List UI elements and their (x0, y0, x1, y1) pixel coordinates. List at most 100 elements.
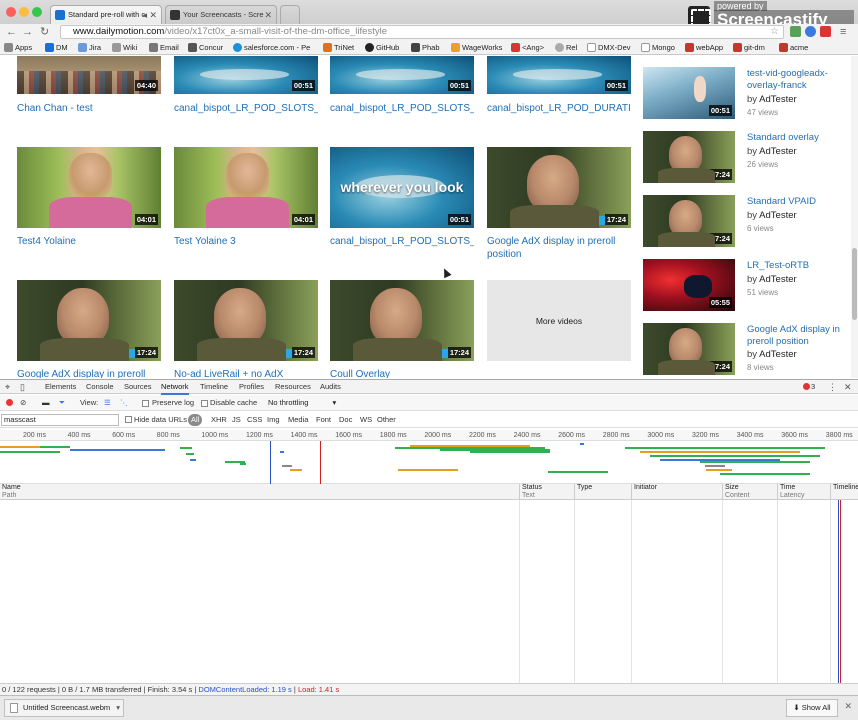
column-status[interactable]: Status Text (519, 484, 575, 500)
video-title-link[interactable]: No-ad LiveRail + no AdX (174, 368, 318, 378)
bookmark-mongo[interactable]: Mongo (641, 41, 675, 54)
video-thumbnail[interactable]: 17:24 (174, 280, 318, 361)
column-type[interactable]: Type (574, 484, 632, 500)
video-thumbnail[interactable]: 00:51 (487, 56, 631, 94)
video-thumbnail[interactable]: wherever you look 00:51 (330, 147, 474, 228)
bookmark-ang[interactable]: <Ang> (511, 41, 544, 54)
bookmark-dm[interactable]: DM (45, 41, 68, 54)
sidebar-video-title[interactable]: Standard overlay (747, 132, 847, 144)
sidebar-video-title[interactable]: Standard VPAID (747, 196, 847, 208)
bookmark-trinet[interactable]: TriNet (323, 41, 354, 54)
bookmark-star-icon[interactable]: ☆ (770, 26, 779, 38)
bookmark-phab[interactable]: Phab (411, 41, 440, 54)
tab-screencasts[interactable]: Your Screencasts - Scre ✕ (165, 5, 277, 24)
error-icon[interactable] (803, 383, 810, 390)
tab-network[interactable]: Network (161, 381, 189, 395)
back-arrow-icon[interactable]: ← (6, 25, 17, 39)
tab-timeline[interactable]: Timeline (200, 381, 228, 393)
close-shelf-icon[interactable]: ✕ (844, 701, 852, 712)
large-rows-icon[interactable]: ☰ (104, 397, 111, 409)
bookmark-email[interactable]: Email (149, 41, 179, 54)
device-mode-icon[interactable]: ▯ (20, 381, 25, 393)
bookmark-dmx-dev[interactable]: DMX-Dev (587, 41, 631, 54)
filter-doc[interactable]: Doc (337, 414, 354, 426)
record-icon[interactable] (6, 399, 13, 406)
network-overview[interactable] (0, 441, 858, 484)
video-title-link[interactable]: canal_bispot_LR_POD_SLOTS_1 (330, 102, 474, 115)
zoom-window-button[interactable] (32, 7, 42, 17)
bookmark-rel[interactable]: Rel (555, 41, 577, 54)
tab-console[interactable]: Console (86, 381, 114, 393)
video-title-link[interactable]: Chan Chan - test (17, 102, 161, 115)
video-title-link[interactable]: canal_bispot_LR_POD_SLOTS_2 (330, 235, 474, 248)
tab-standard-preroll[interactable]: Standard pre-roll with c ◂ ✕ (50, 5, 162, 24)
column-initiator[interactable]: Initiator (631, 484, 723, 500)
filter-ws[interactable]: WS (358, 414, 374, 426)
sidebar-video-title[interactable]: test-vid-googleadx-overlay-franck (747, 68, 847, 92)
sidebar-video-thumbnail[interactable]: 05:55 (643, 259, 735, 311)
tab-resources[interactable]: Resources (275, 381, 311, 393)
filter-all[interactable]: All (188, 414, 203, 426)
tab-audio-close-icon[interactable]: ◂ ✕ (142, 6, 157, 24)
throttling-select[interactable]: No throttling ▾ (268, 397, 336, 409)
bookmark-apps[interactable]: Apps (4, 41, 32, 54)
extension-green-icon[interactable] (790, 26, 801, 37)
hide-data-urls-checkbox[interactable] (125, 416, 132, 423)
tab-elements[interactable]: Elements (45, 381, 76, 393)
author-link[interactable]: AdTester (759, 146, 797, 157)
filter-font[interactable]: Font (314, 414, 333, 426)
bookmark-salesforce[interactable]: salesforce.com - Pe (233, 41, 310, 54)
video-thumbnail[interactable]: 17:24 (330, 280, 474, 361)
sidebar-video-thumbnail[interactable]: 17:24 (643, 195, 735, 247)
video-title-link[interactable]: canal_bispot_LR_POD_SLOTS_2 (174, 102, 318, 115)
bookmark-wageworks[interactable]: WageWorks (451, 41, 502, 54)
more-menu-icon[interactable]: ⋮ (828, 381, 837, 393)
column-time[interactable]: Time Latency (777, 484, 831, 500)
show-all-downloads-button[interactable]: ⬇ Show All (786, 699, 838, 717)
disable-cache-checkbox[interactable] (201, 400, 208, 407)
video-title-link[interactable]: Coull Overlay (330, 368, 474, 378)
video-thumbnail[interactable]: 00:51 (174, 56, 318, 94)
tab-sources[interactable]: Sources (124, 381, 152, 393)
filter-icon[interactable]: ⏷ (59, 397, 65, 409)
filter-xhr[interactable]: XHR (209, 414, 229, 426)
error-count[interactable]: 3 (811, 381, 815, 393)
author-link[interactable]: AdTester (759, 94, 797, 105)
author-link[interactable]: AdTester (759, 349, 797, 360)
column-size[interactable]: Size Content (722, 484, 778, 500)
sidebar-video-thumbnail[interactable]: 00:51 (643, 67, 735, 119)
video-thumbnail[interactable]: 17:24 (17, 280, 161, 361)
sidebar-video-thumbnail[interactable]: 17:24 (643, 323, 735, 375)
clear-icon[interactable]: ⊘ (20, 397, 26, 409)
download-menu-chevron-icon[interactable]: ▾ (116, 700, 120, 716)
minimize-window-button[interactable] (19, 7, 29, 17)
forward-arrow-icon[interactable]: → (22, 25, 33, 39)
sidebar-video-thumbnail[interactable]: 17:24 (643, 131, 735, 183)
close-window-button[interactable] (6, 7, 16, 17)
bookmark-git-dm[interactable]: git-dm (733, 41, 765, 54)
inspect-element-icon[interactable]: ⌖ (5, 381, 10, 393)
bookmark-github[interactable]: GitHub (365, 41, 399, 54)
video-thumbnail[interactable]: 00:51 (330, 56, 474, 94)
column-name[interactable]: Name Path (0, 484, 520, 500)
scrollbar-thumb[interactable] (852, 248, 857, 320)
video-thumbnail[interactable]: 04:01 (174, 147, 318, 228)
preserve-log-checkbox[interactable] (142, 400, 149, 407)
page-scrollbar[interactable] (851, 56, 858, 378)
extension-blue-icon[interactable] (805, 26, 816, 37)
bookmark-acme[interactable]: acme (779, 41, 808, 54)
close-devtools-icon[interactable]: ✕ (844, 381, 852, 393)
video-title-link[interactable]: Test4 Yolaine (17, 235, 161, 248)
more-videos-button[interactable]: More videos (487, 280, 631, 361)
sidebar-video-title[interactable]: Google AdX display in preroll position (747, 324, 847, 348)
bookmark-webapp[interactable]: webApp (685, 41, 723, 54)
new-tab-button[interactable] (280, 5, 300, 24)
video-title-link[interactable]: Google AdX display in preroll (17, 368, 161, 378)
video-title-link[interactable]: canal_bispot_LR_POD_DURATIO (487, 102, 631, 115)
filter-img[interactable]: Img (265, 414, 282, 426)
filter-css[interactable]: CSS (245, 414, 264, 426)
video-thumbnail[interactable]: 04:40 (17, 56, 161, 94)
tab-close-icon[interactable]: ✕ (264, 6, 272, 24)
video-title-link[interactable]: Google AdX display in preroll position (487, 235, 631, 261)
filter-js[interactable]: JS (230, 414, 243, 426)
